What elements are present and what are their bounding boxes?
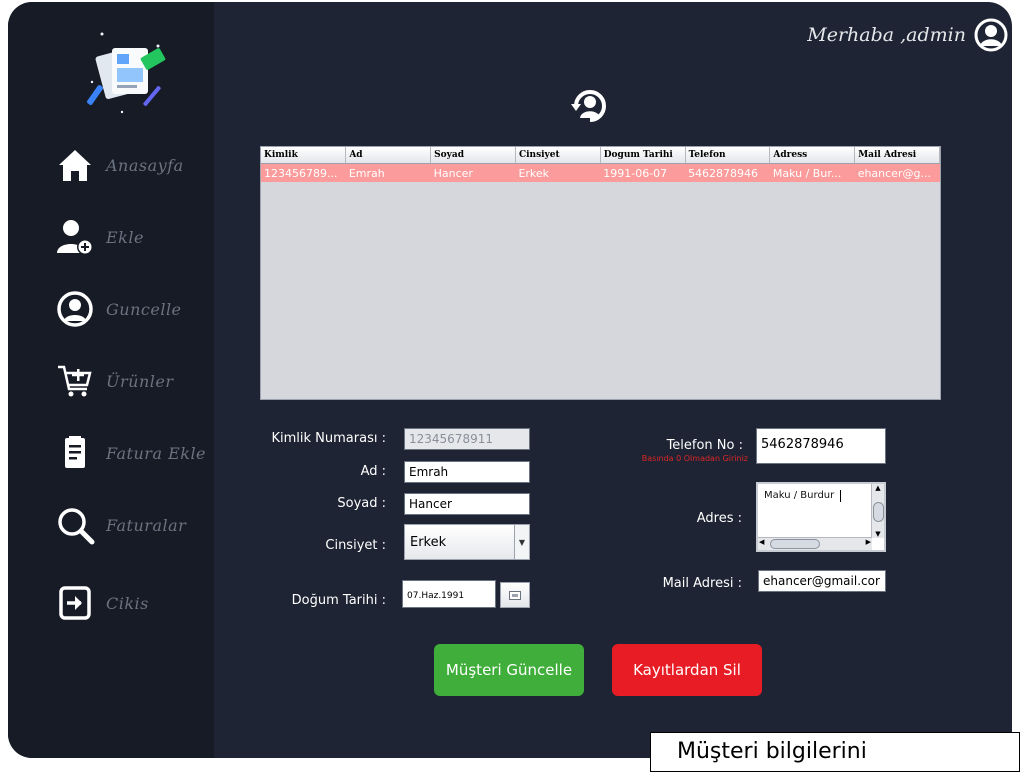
cinsiyet-select[interactable]: Erkek ▼: [404, 524, 530, 560]
telefon-field[interactable]: 5462878946: [756, 428, 886, 464]
sidebar-item-urunler[interactable]: Ürünler: [52, 356, 173, 406]
sidebar-item-label: Guncelle: [106, 299, 182, 319]
caption-text: Müşteri bilgilerini: [650, 732, 1020, 772]
table-cell: 123456789...: [261, 163, 346, 182]
kimlik-label: Kimlik Numarası :: [271, 431, 387, 446]
text-cursor: [840, 490, 841, 502]
update-user-icon: [52, 286, 98, 332]
cinsiyet-selected-value: Erkek: [410, 535, 447, 550]
ad-field[interactable]: Emrah: [404, 461, 530, 483]
scroll-up-icon[interactable]: ▲: [872, 484, 884, 492]
chevron-down-icon[interactable]: ▼: [514, 525, 529, 559]
scroll-thumb[interactable]: [770, 539, 820, 549]
scroll-down-icon[interactable]: ▼: [872, 530, 884, 538]
calendar-button[interactable]: [500, 582, 530, 608]
invoice-icon: [52, 430, 98, 476]
cart-add-icon: [52, 358, 98, 404]
column-header[interactable]: Ad: [345, 147, 432, 164]
logout-icon: [52, 580, 98, 626]
sidebar-item-label: Anasayfa: [106, 155, 184, 175]
vertical-scrollbar[interactable]: ▲ ▼: [871, 484, 884, 538]
column-header[interactable]: Kimlik: [261, 147, 347, 164]
sidebar-item-anasayfa[interactable]: Anasayfa: [52, 140, 184, 190]
home-icon: [52, 142, 98, 188]
table-cell: Emrah: [345, 163, 431, 182]
column-header[interactable]: Dogum Tarihi: [600, 147, 686, 164]
update-customer-button[interactable]: Müşteri Güncelle: [434, 644, 584, 696]
adres-textarea[interactable]: Maku / Burdur ▲ ▼ ◀ ▶: [756, 482, 886, 552]
scroll-right-icon[interactable]: ▶: [866, 538, 871, 546]
sidebar-item-label: Faturalar: [106, 515, 187, 535]
column-header[interactable]: Adress: [769, 147, 856, 164]
dogum-tarihi-label: Doğum Tarihi :: [291, 593, 386, 608]
mail-field[interactable]: ehancer@gmail.cor: [758, 570, 886, 592]
sidebar-item-label: Ekle: [106, 227, 144, 247]
sidebar-item-label: Fatura Ekle: [106, 443, 207, 463]
sidebar-item-guncelle[interactable]: Guncelle: [52, 284, 182, 334]
delete-record-button[interactable]: Kayıtlardan Sil: [612, 644, 762, 696]
telefon-label: Telefon No :: [666, 438, 743, 453]
table-cell: Erkek: [515, 163, 601, 182]
column-header[interactable]: Telefon: [685, 147, 771, 164]
table-cell: ehancer@g...: [854, 163, 940, 182]
table-cell: Maku / Bur...: [769, 163, 855, 182]
greeting-text: Merhaba ,admin: [807, 24, 966, 46]
app-window: Anasayfa Ekle Guncelle Ürünler Fatura Ek: [8, 2, 1012, 758]
table-row[interactable]: 123456789... Emrah Hancer Erkek 1991-06-…: [261, 163, 940, 182]
sidebar-item-label: Ürünler: [106, 371, 174, 391]
adres-label: Adres :: [696, 511, 742, 526]
update-user-header-icon: [568, 84, 612, 128]
dogum-tarihi-field[interactable]: 07.Haz.1991: [402, 580, 496, 608]
search-icon: [52, 502, 98, 548]
calendar-icon: [509, 590, 521, 600]
scroll-left-icon[interactable]: ◀: [759, 538, 764, 546]
sidebar-item-label: Cikis: [106, 593, 149, 613]
ad-label: Ad :: [360, 464, 386, 479]
mail-label: Mail Adresi :: [662, 576, 742, 591]
soyad-label: Soyad :: [337, 496, 386, 511]
column-header[interactable]: Soyad: [430, 147, 516, 164]
customer-table[interactable]: Kimlik Ad Soyad Cinsiyet Dogum Tarihi Te…: [260, 146, 941, 400]
adres-value: Maku / Burdur: [764, 490, 835, 501]
telefon-hint: Basında 0 Olmadan Giriniz: [641, 454, 748, 463]
column-header[interactable]: Cinsiyet: [515, 147, 601, 164]
cinsiyet-label: Cinsiyet :: [325, 538, 386, 553]
soyad-field[interactable]: Hancer: [404, 493, 530, 515]
table-cell: 5462878946: [685, 163, 770, 182]
app-logo: [70, 22, 180, 122]
add-user-icon: [52, 214, 98, 260]
table-cell: 1991-06-07: [600, 163, 686, 182]
sidebar-item-fatura-ekle[interactable]: Fatura Ekle: [52, 428, 206, 478]
sidebar-item-cikis[interactable]: Cikis: [52, 578, 149, 628]
sidebar-item-ekle[interactable]: Ekle: [52, 212, 144, 262]
table-cell: Hancer: [430, 163, 516, 182]
user-avatar-icon[interactable]: [974, 18, 1008, 52]
table-header-row: Kimlik Ad Soyad Cinsiyet Dogum Tarihi Te…: [261, 147, 940, 164]
scroll-thumb[interactable]: [873, 502, 884, 522]
horizontal-scrollbar[interactable]: ◀ ▶: [758, 537, 872, 550]
sidebar: Anasayfa Ekle Guncelle Ürünler Fatura Ek: [8, 2, 214, 758]
sidebar-item-faturalar[interactable]: Faturalar: [52, 500, 186, 550]
kimlik-field[interactable]: 12345678911: [404, 428, 530, 450]
column-header[interactable]: Mail Adresi: [854, 147, 940, 164]
